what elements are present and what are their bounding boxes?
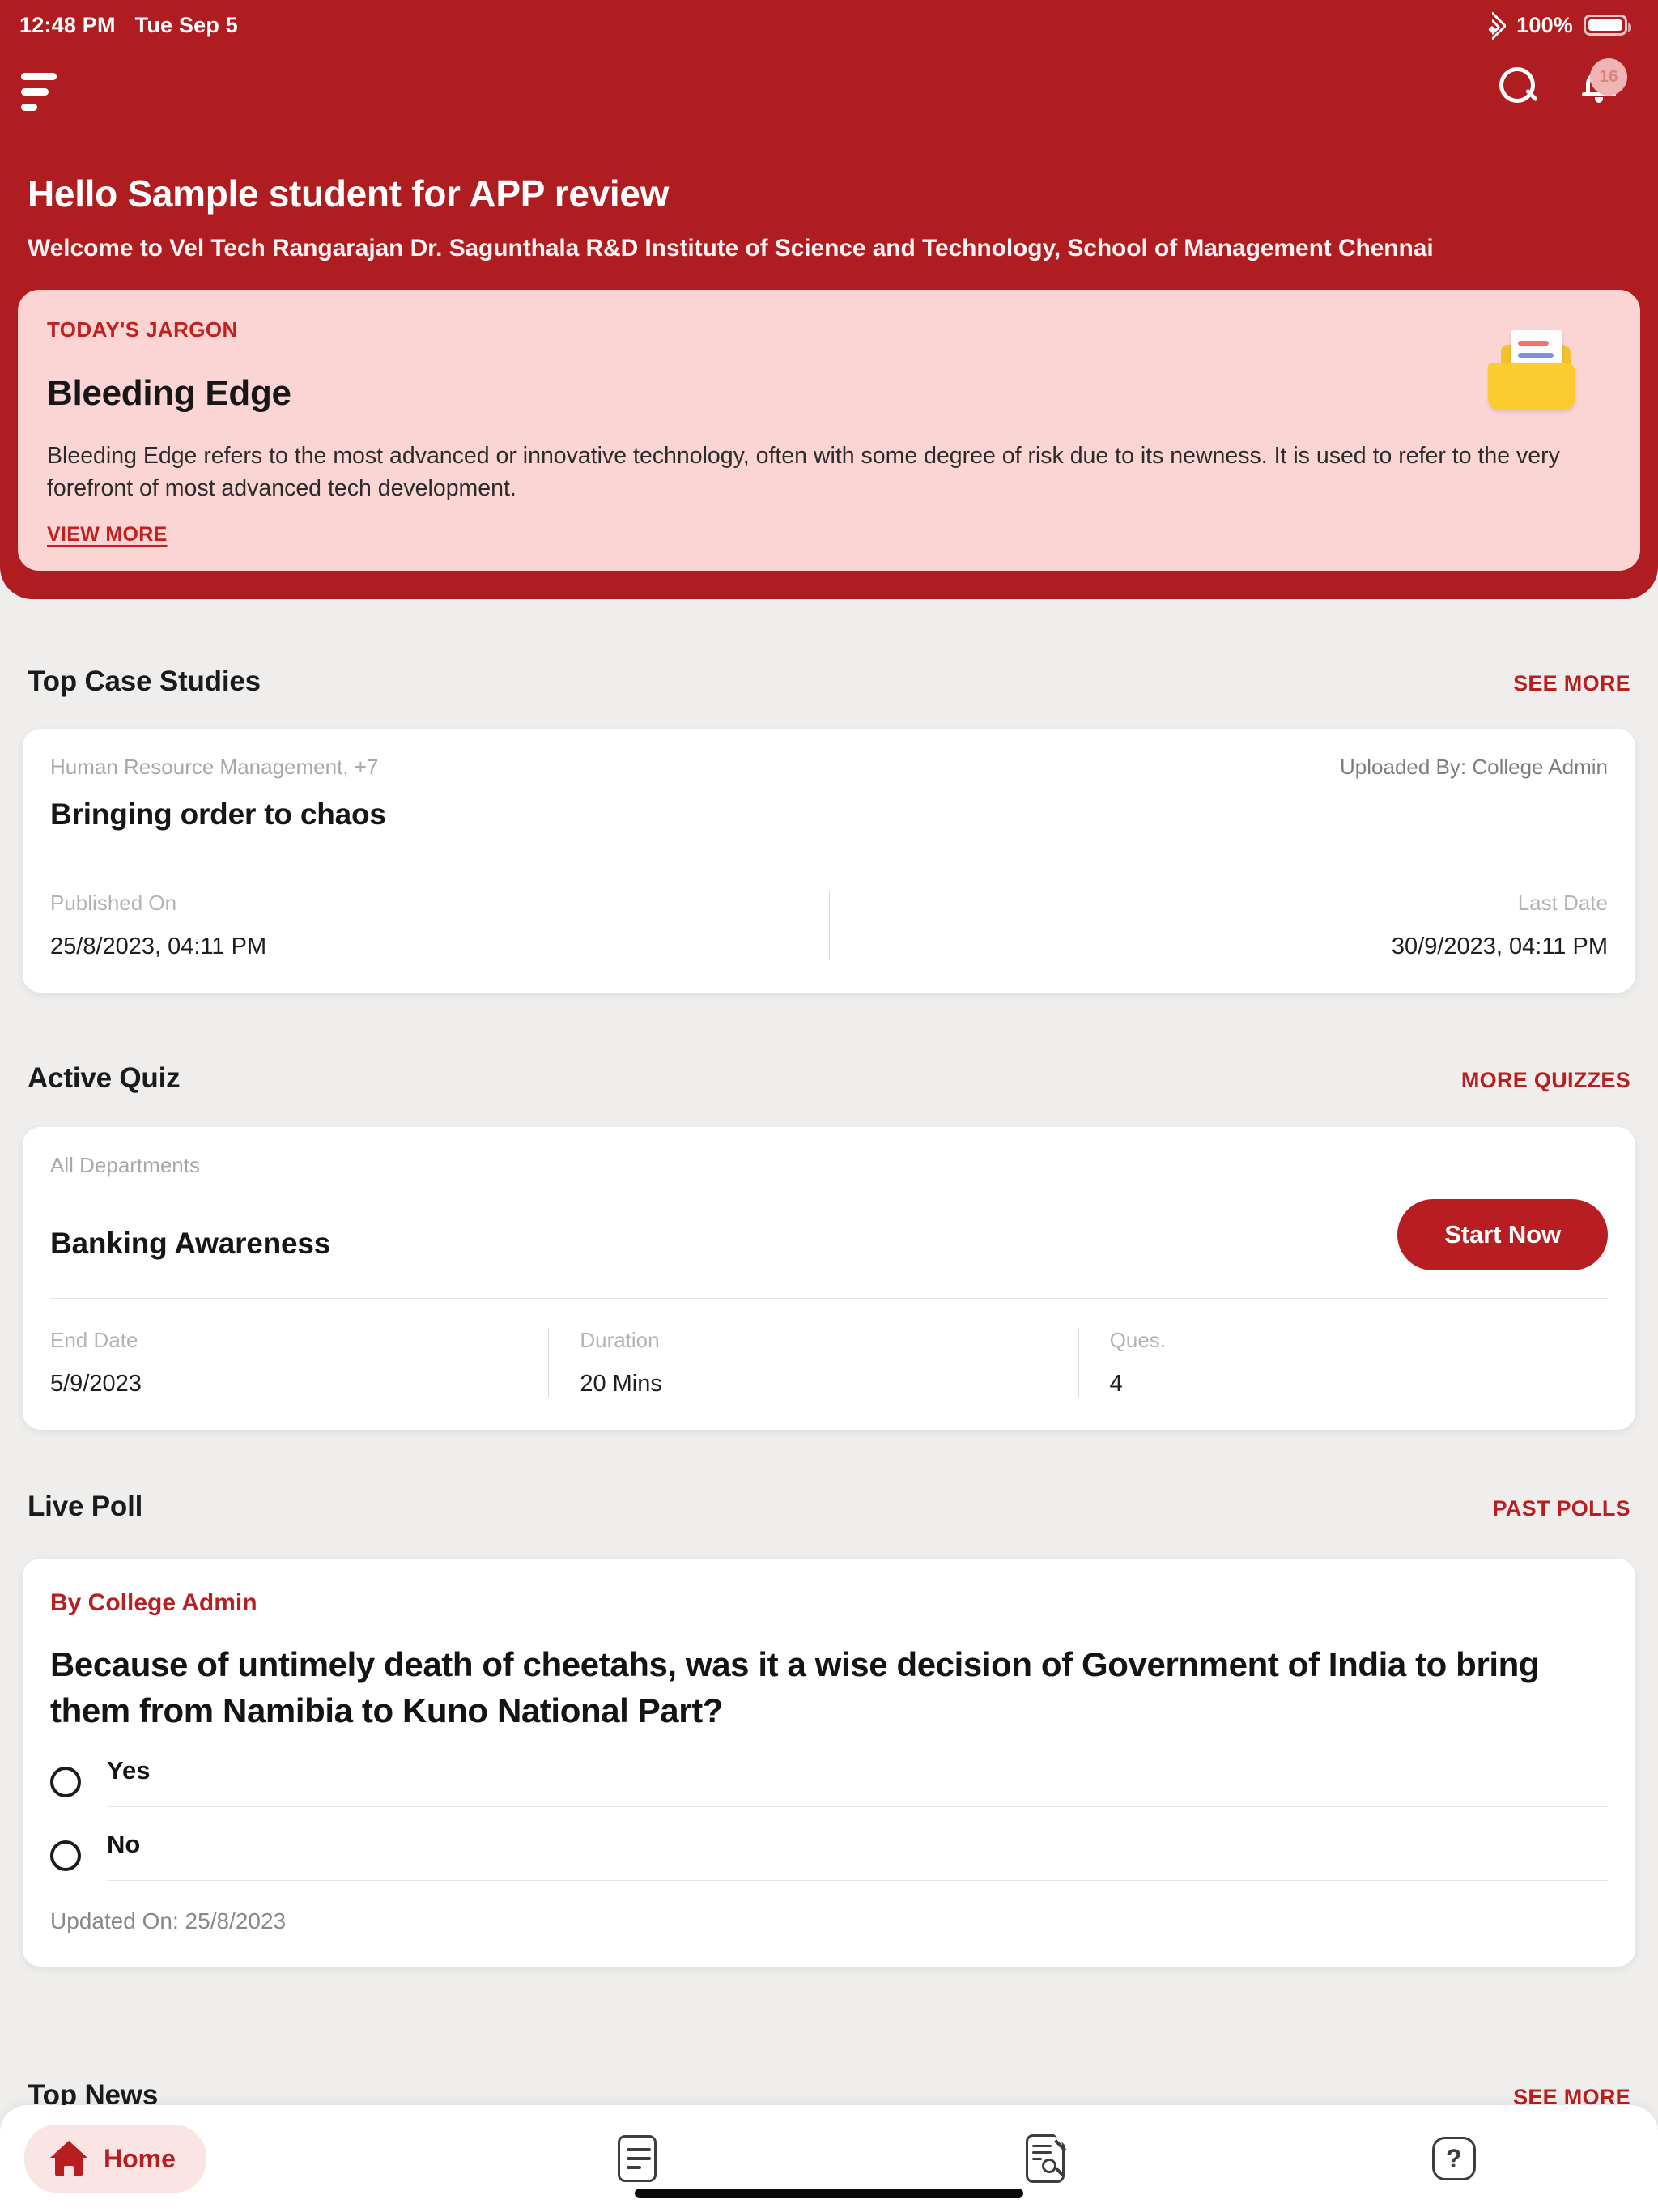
battery-full-icon bbox=[1584, 15, 1631, 36]
article-list-icon bbox=[617, 2135, 657, 2182]
more-quizzes-link[interactable]: MORE QUIZZES bbox=[1461, 1068, 1630, 1093]
poll-author: By College Admin bbox=[50, 1589, 257, 1616]
live-poll-card: By College Admin Because of untimely dea… bbox=[23, 1559, 1635, 1967]
duration-label: Duration bbox=[580, 1328, 660, 1352]
active-quiz-title: Active Quiz bbox=[28, 1062, 181, 1094]
todays-jargon-card[interactable]: TODAY'S JARGON Bleeding Edge Bleeding Ed… bbox=[18, 290, 1640, 571]
status-time: 12:48 PM bbox=[19, 12, 116, 37]
help-question-icon: ? bbox=[1431, 2137, 1476, 2180]
published-on-label: Published On bbox=[50, 891, 177, 915]
jargon-label: TODAY'S JARGON bbox=[47, 317, 238, 342]
case-study-search-icon bbox=[1026, 2134, 1065, 2183]
live-poll-title: Live Poll bbox=[28, 1491, 143, 1522]
case-study-lastdate-block: Last Date 30/9/2023, 04:11 PM bbox=[830, 891, 1608, 960]
battery-percent-label: 100% bbox=[1516, 12, 1573, 37]
nav-item-home[interactable]: Home bbox=[0, 2105, 433, 2212]
bottom-navigation-bar: Home ? bbox=[0, 2105, 1658, 2212]
case-study-departments: Human Resource Management, +7 bbox=[50, 755, 379, 779]
questions-value: 4 bbox=[1109, 1371, 1123, 1397]
case-study-published-block: Published On 25/8/2023, 04:11 PM bbox=[50, 891, 829, 960]
quiz-departments: All Departments bbox=[50, 1153, 200, 1177]
nav-item-home-label: Home bbox=[104, 2143, 176, 2173]
radio-icon[interactable] bbox=[50, 1766, 81, 1797]
header-nav-row: 16 bbox=[0, 57, 1658, 130]
status-date: Tue Sep 5 bbox=[134, 12, 239, 37]
case-study-uploaded-by: Uploaded By: College Admin bbox=[1340, 755, 1608, 779]
end-date-label: End Date bbox=[50, 1328, 138, 1352]
notification-button[interactable]: 16 bbox=[1577, 58, 1627, 110]
welcome-subtitle: Welcome to Vel Tech Rangarajan Dr. Sagun… bbox=[28, 235, 1434, 262]
poll-updated-on: Updated On: 25/8/2023 bbox=[50, 1908, 287, 1934]
home-indicator bbox=[635, 2189, 1023, 2198]
end-date-value: 5/9/2023 bbox=[50, 1371, 142, 1397]
start-now-button[interactable]: Start Now bbox=[1397, 1199, 1608, 1270]
divider bbox=[107, 1880, 1608, 1882]
divider bbox=[107, 1806, 1608, 1808]
duration-value: 20 Mins bbox=[580, 1371, 662, 1397]
active-quiz-card[interactable]: All Departments Banking Awareness Start … bbox=[23, 1127, 1635, 1430]
last-date-label: Last Date bbox=[1517, 891, 1608, 915]
jargon-description: Bleeding Edge refers to the most advance… bbox=[47, 443, 1560, 502]
quiz-end-date-block: End Date 5/9/2023 bbox=[50, 1328, 548, 1397]
last-date-value: 30/9/2023, 04:11 PM bbox=[1391, 934, 1608, 959]
status-bar: 12:48 PM Tue Sep 5 100% bbox=[0, 0, 1658, 50]
nav-item-help[interactable]: ? bbox=[1250, 2105, 1658, 2212]
case-studies-title: Top Case Studies bbox=[28, 666, 261, 697]
app-screen: 12:48 PM Tue Sep 5 100% 16 Hello Sample … bbox=[0, 0, 1658, 2212]
case-studies-see-more-link[interactable]: SEE MORE bbox=[1513, 671, 1630, 696]
poll-option-no[interactable]: No bbox=[23, 1830, 1635, 1882]
case-studies-header: Top Case Studies SEE MORE bbox=[28, 666, 1630, 698]
page-title: Hello Sample student for APP review bbox=[28, 172, 670, 215]
jargon-title: Bleeding Edge bbox=[47, 373, 291, 413]
live-poll-header: Live Poll PAST POLLS bbox=[28, 1491, 1630, 1523]
poll-question: Because of untimely death of cheetahs, w… bbox=[50, 1645, 1540, 1730]
hamburger-menu-icon[interactable] bbox=[21, 66, 71, 117]
questions-label: Ques. bbox=[1109, 1328, 1167, 1352]
jargon-view-more-link[interactable]: VIEW MORE bbox=[47, 523, 168, 547]
poll-option-label: No bbox=[107, 1830, 141, 1859]
search-icon[interactable] bbox=[1496, 65, 1540, 108]
app-header: 12:48 PM Tue Sep 5 100% 16 Hello Sample … bbox=[0, 0, 1658, 599]
published-on-value: 25/8/2023, 04:11 PM bbox=[50, 934, 267, 959]
case-study-title: Bringing order to chaos bbox=[50, 798, 386, 831]
case-study-card[interactable]: Human Resource Management, +7 Uploaded B… bbox=[23, 729, 1635, 993]
notification-badge: 16 bbox=[1590, 58, 1627, 96]
poll-option-label: Yes bbox=[107, 1756, 151, 1785]
quiz-questions-block: Ques. 4 bbox=[1079, 1328, 1608, 1397]
wifi-icon bbox=[1477, 11, 1507, 41]
quiz-duration-block: Duration 20 Mins bbox=[549, 1328, 1078, 1397]
past-polls-link[interactable]: PAST POLLS bbox=[1492, 1496, 1630, 1521]
poll-option-yes[interactable]: Yes bbox=[23, 1756, 1635, 1808]
home-icon bbox=[50, 2141, 87, 2176]
active-quiz-header: Active Quiz MORE QUIZZES bbox=[28, 1062, 1630, 1095]
folder-document-icon bbox=[1483, 330, 1579, 415]
radio-icon[interactable] bbox=[50, 1840, 81, 1871]
quiz-title: Banking Awareness bbox=[50, 1227, 331, 1260]
